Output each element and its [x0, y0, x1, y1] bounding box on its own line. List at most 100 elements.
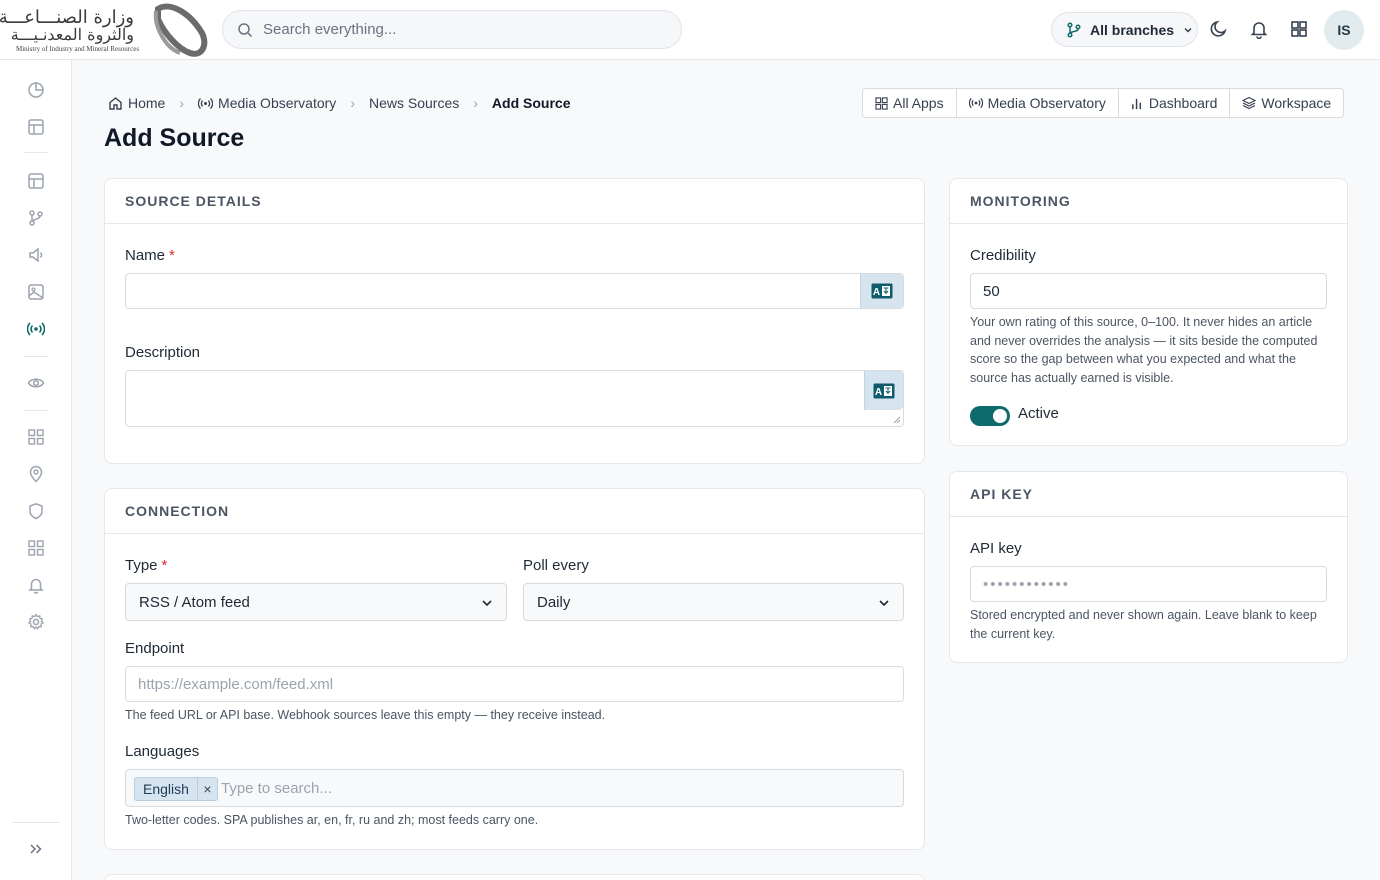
- breadcrumb-current: Add Source: [492, 95, 571, 111]
- ministry-logo[interactable]: وزارة الصنـــاعـــة والثروة المعدنـيـــة…: [0, 3, 210, 57]
- credibility-input[interactable]: [983, 274, 1313, 308]
- api-key-card: API KEY API key Stored encrypted and nev…: [949, 471, 1348, 663]
- type-value: RSS / Atom feed: [139, 593, 250, 611]
- translate-button[interactable]: A: [864, 371, 903, 410]
- endpoint-field[interactable]: [125, 666, 904, 702]
- name-label: Name *: [125, 247, 175, 264]
- eye-icon[interactable]: [25, 372, 47, 394]
- translate-icon: A: [871, 283, 893, 299]
- active-label: Active: [1018, 405, 1059, 422]
- megaphone-icon[interactable]: [25, 244, 47, 266]
- quick-link-label: Workspace: [1261, 95, 1332, 111]
- branch-icon: [1067, 21, 1081, 38]
- dark-mode-icon[interactable]: [1208, 18, 1230, 40]
- breadcrumb-label: Add Source: [491, 95, 571, 111]
- name-field[interactable]: A: [125, 273, 904, 309]
- next-card: [104, 874, 925, 880]
- type-label-text: Type: [125, 557, 158, 574]
- svg-text:A: A: [873, 287, 880, 298]
- branch-label: All branches: [1090, 21, 1175, 38]
- grid-icon[interactable]: [25, 426, 47, 448]
- required-mark: *: [169, 247, 175, 264]
- chip-remove-button[interactable]: ×: [196, 778, 217, 800]
- endpoint-label: Endpoint: [125, 640, 185, 657]
- api-key-input[interactable]: [983, 567, 1313, 601]
- breadcrumb-home[interactable]: Home: [108, 95, 165, 111]
- credibility-label: Credibility: [970, 247, 1036, 264]
- quick-link-label: Dashboard: [1148, 95, 1218, 111]
- name-input[interactable]: [138, 274, 858, 308]
- branch-selector[interactable]: All branches: [1051, 12, 1198, 47]
- chevron-down-icon: [1184, 27, 1192, 33]
- gear-icon[interactable]: [25, 611, 47, 633]
- name-label-text: Name: [125, 247, 166, 264]
- sidebar-divider: [24, 356, 48, 357]
- description-field[interactable]: A: [125, 370, 904, 427]
- logo-arabic-line2: والثروة المعدنـيـــة: [10, 25, 134, 44]
- resize-handle-icon[interactable]: [893, 416, 901, 424]
- credibility-field[interactable]: [970, 273, 1327, 309]
- credibility-help: Your own rating of this source, 0–100. I…: [970, 315, 1318, 385]
- card-title: SOURCE DETAILS: [105, 179, 924, 224]
- top-header: وزارة الصنـــاعـــة والثروة المعدنـيـــة…: [0, 0, 1380, 60]
- layout-icon[interactable]: [25, 116, 47, 138]
- quick-link-dashboard[interactable]: Dashboard: [1119, 89, 1231, 117]
- api-key-help: Stored encrypted and never shown again. …: [970, 608, 1317, 641]
- image-icon[interactable]: [25, 281, 47, 303]
- breadcrumb-separator: ›: [179, 95, 185, 111]
- layout-icon[interactable]: [25, 170, 47, 192]
- broadcast-icon: [198, 97, 214, 109]
- logo-mark-icon: [153, 3, 208, 57]
- translate-button[interactable]: A: [860, 274, 903, 308]
- bell-icon[interactable]: [25, 574, 47, 596]
- api-key-field[interactable]: [970, 566, 1327, 602]
- expand-sidebar-icon[interactable]: [25, 838, 47, 860]
- global-search[interactable]: [222, 10, 682, 49]
- page-title: Add Source: [104, 124, 245, 152]
- breadcrumb-news-sources[interactable]: News Sources: [369, 95, 459, 111]
- endpoint-input[interactable]: [138, 667, 898, 701]
- avatar[interactable]: IS: [1324, 10, 1364, 50]
- language-chip: English ×: [134, 777, 218, 801]
- apps-grid-icon[interactable]: [1288, 18, 1310, 40]
- sidebar-divider: [24, 152, 48, 153]
- breadcrumb-media-observatory[interactable]: Media Observatory: [198, 95, 336, 111]
- svg-text:A: A: [875, 387, 882, 398]
- toggle-knob: [993, 409, 1007, 423]
- monitoring-card: MONITORING Credibility Your own rating o…: [949, 178, 1348, 446]
- logo-english-text: Ministry of Industry and Mineral Resourc…: [16, 45, 140, 53]
- poll-select[interactable]: Daily: [523, 583, 904, 621]
- map-pin-icon[interactable]: [25, 463, 47, 485]
- connection-card: CONNECTION Type * RSS / Atom feed Poll ev…: [104, 488, 925, 850]
- home-icon: [109, 96, 122, 110]
- quick-link-all-apps[interactable]: All Apps: [863, 89, 957, 117]
- search-input[interactable]: [263, 11, 663, 48]
- quick-links: All Apps Media Observatory Dashboard Wor…: [862, 88, 1345, 118]
- languages-field[interactable]: English ×: [125, 769, 904, 807]
- languages-help: Two-letter codes. SPA publishes ar, en, …: [125, 813, 539, 827]
- type-select[interactable]: RSS / Atom feed: [125, 583, 507, 621]
- poll-label: Poll every: [523, 557, 589, 574]
- bar-chart-icon: [1131, 98, 1141, 109]
- quick-link-media-observatory[interactable]: Media Observatory: [957, 89, 1119, 117]
- breadcrumb-label: News Sources: [368, 95, 460, 111]
- quick-link-label: Media Observatory: [987, 95, 1106, 111]
- translate-icon: A: [873, 383, 895, 398]
- git-branch-icon[interactable]: [25, 207, 47, 229]
- breadcrumb-separator: ›: [350, 95, 355, 111]
- bell-icon[interactable]: [1248, 18, 1270, 40]
- active-toggle[interactable]: [970, 406, 1010, 426]
- description-input[interactable]: [138, 377, 858, 421]
- shield-icon[interactable]: [25, 500, 47, 522]
- breadcrumb-label: Media Observatory: [218, 95, 337, 111]
- pie-chart-icon[interactable]: [25, 79, 47, 101]
- broadcast-icon: [968, 97, 983, 109]
- grid-icon[interactable]: [25, 537, 47, 559]
- broadcast-icon[interactable]: [25, 318, 47, 340]
- quick-link-workspace[interactable]: Workspace: [1230, 89, 1343, 117]
- card-title: API KEY: [950, 472, 1347, 517]
- languages-input[interactable]: [221, 770, 821, 806]
- card-title: CONNECTION: [105, 489, 924, 534]
- search-icon: [238, 23, 253, 38]
- source-details-card: SOURCE DETAILS Name * A Description A: [104, 178, 925, 464]
